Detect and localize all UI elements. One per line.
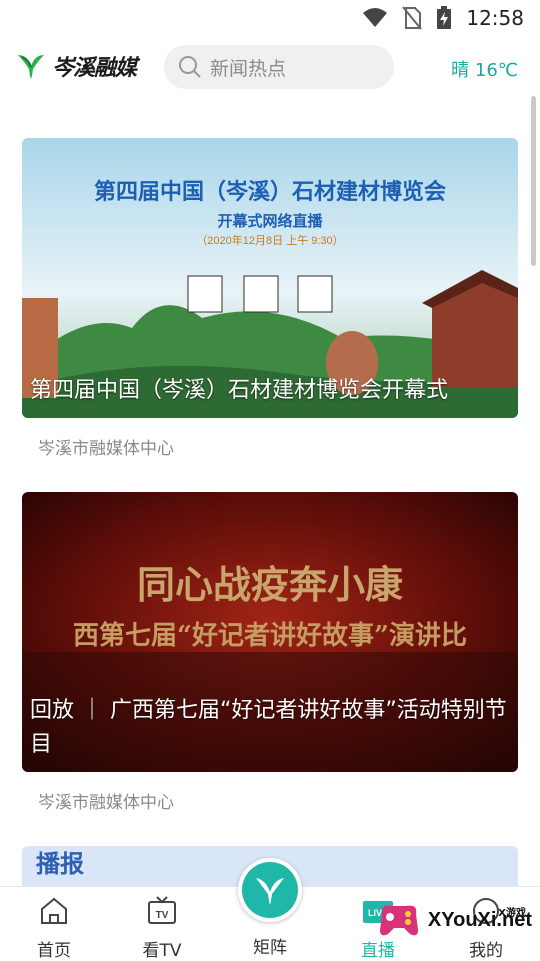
matrix-fab-button[interactable] <box>238 858 302 922</box>
watermark-small-text: X游戏 <box>498 908 526 919</box>
svg-text:TV: TV <box>156 910 169 921</box>
search-bar[interactable]: 新闻热点 <box>164 45 394 89</box>
tab-label: 首页 <box>37 941 71 961</box>
news-source: 岑溪市融媒体中心 <box>38 793 174 813</box>
no-sim-icon <box>402 6 423 30</box>
expo-banner-subtitle: 开幕式网络直播 <box>217 212 323 230</box>
search-placeholder: 新闻热点 <box>210 57 287 80</box>
clock: 12:58 <box>466 6 524 30</box>
replay-banner-title: 同心战疫奔小康 <box>137 562 403 607</box>
logo-mark-icon <box>256 878 284 905</box>
partial-banner-text: 播报 <box>36 851 84 878</box>
expo-banner-date: （2020年12月8日 上午 9:30） <box>196 233 343 247</box>
search-icon <box>179 56 201 78</box>
tv-icon: TV <box>148 896 176 924</box>
status-icons: 12:58 <box>362 6 524 30</box>
news-card-caption: 第四届中国（岑溪）石材建材博览会开幕式 <box>30 378 449 403</box>
scrollbar[interactable] <box>531 96 536 266</box>
weather-label[interactable]: 晴 16℃ <box>451 56 518 82</box>
news-card-caption: 回放 ｜ 广西第七届“好记者讲好故事”活动特别节目 <box>30 698 507 757</box>
news-card-replay[interactable]: 同心战疫奔小康 西第七届“好记者讲好故事”演讲比 回放 ｜ 广西第七届“好记者讲… <box>22 492 518 772</box>
gamepad-icon <box>379 905 418 936</box>
tab-label: 看TV <box>142 941 182 961</box>
news-card-expo[interactable]: 第四届中国（岑溪）石材建材博览会 开幕式网络直播 （2020年12月8日 上午 … <box>22 138 518 418</box>
home-icon <box>41 897 67 924</box>
tab-tv[interactable]: TV 看TV <box>122 895 202 961</box>
tab-label: 矩阵 <box>253 938 287 958</box>
status-bar: 12:58 <box>0 0 540 36</box>
logo-text: 岑溪融媒 <box>52 56 137 81</box>
matrix-fab-inner <box>242 862 298 918</box>
app-logo[interactable]: 岑溪融媒 <box>16 50 137 82</box>
tab-home[interactable]: 首页 <box>14 895 94 961</box>
expo-banner-title: 第四届中国（岑溪）石材建材博览会 <box>94 179 446 204</box>
logo-mark-icon <box>18 55 44 79</box>
app-header: 岑溪融媒 新闻热点 晴 16℃ <box>0 36 540 100</box>
news-source: 岑溪市融媒体中心 <box>38 439 174 459</box>
battery-charging-icon <box>437 6 452 29</box>
tab-matrix[interactable]: 矩阵 <box>230 933 310 958</box>
wifi-icon <box>363 8 388 27</box>
replay-banner-subtitle: 西第七届“好记者讲好故事”演讲比 <box>73 620 467 651</box>
